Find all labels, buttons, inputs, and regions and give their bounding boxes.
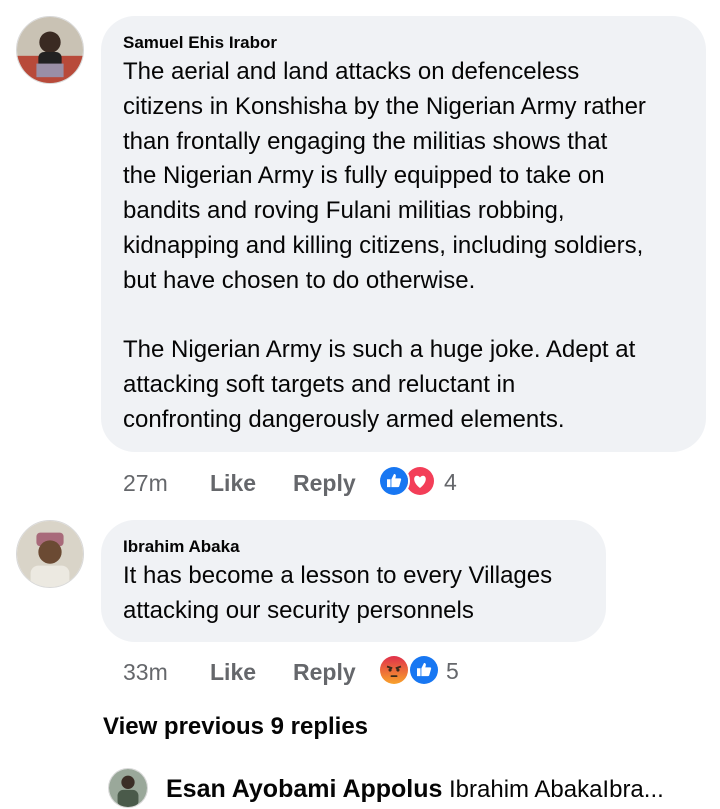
reaction-summary[interactable]: 5	[378, 653, 468, 687]
reaction-count: 5	[446, 658, 459, 684]
view-previous-replies-link[interactable]: View previous 9 replies	[103, 713, 368, 741]
reply-author[interactable]: Esan Ayobami Appolus	[166, 775, 442, 804]
like-icon	[408, 654, 440, 686]
comment-time[interactable]: 33m	[123, 659, 168, 686]
comment-time[interactable]: 27m	[123, 470, 168, 497]
reply-button[interactable]: Reply	[293, 470, 356, 497]
avatar-esan[interactable]	[108, 768, 148, 808]
like-button[interactable]: Like	[210, 659, 256, 686]
avatar-samuel[interactable]	[16, 16, 84, 84]
avatar-ibrahim[interactable]	[16, 520, 84, 588]
reply-button[interactable]: Reply	[293, 659, 356, 686]
profile-photo-icon	[109, 769, 147, 807]
comment-text: The aerial and land attacks on defencele…	[123, 58, 646, 433]
reaction-count: 4	[444, 469, 457, 495]
profile-photo-icon	[17, 521, 83, 587]
reaction-summary[interactable]: 4	[378, 464, 468, 498]
profile-photo-icon	[17, 17, 83, 83]
like-button[interactable]: Like	[210, 470, 256, 497]
comment-author[interactable]: Samuel Ehis Irabor	[123, 33, 277, 53]
reply-snippet[interactable]: Ibrahim AbakaIbra...	[449, 776, 664, 804]
like-icon	[378, 465, 410, 497]
comment-author[interactable]: Ibrahim Abaka	[123, 537, 240, 557]
angry-icon	[378, 654, 410, 686]
comment-text: It has become a lesson to every Villages…	[123, 562, 553, 624]
